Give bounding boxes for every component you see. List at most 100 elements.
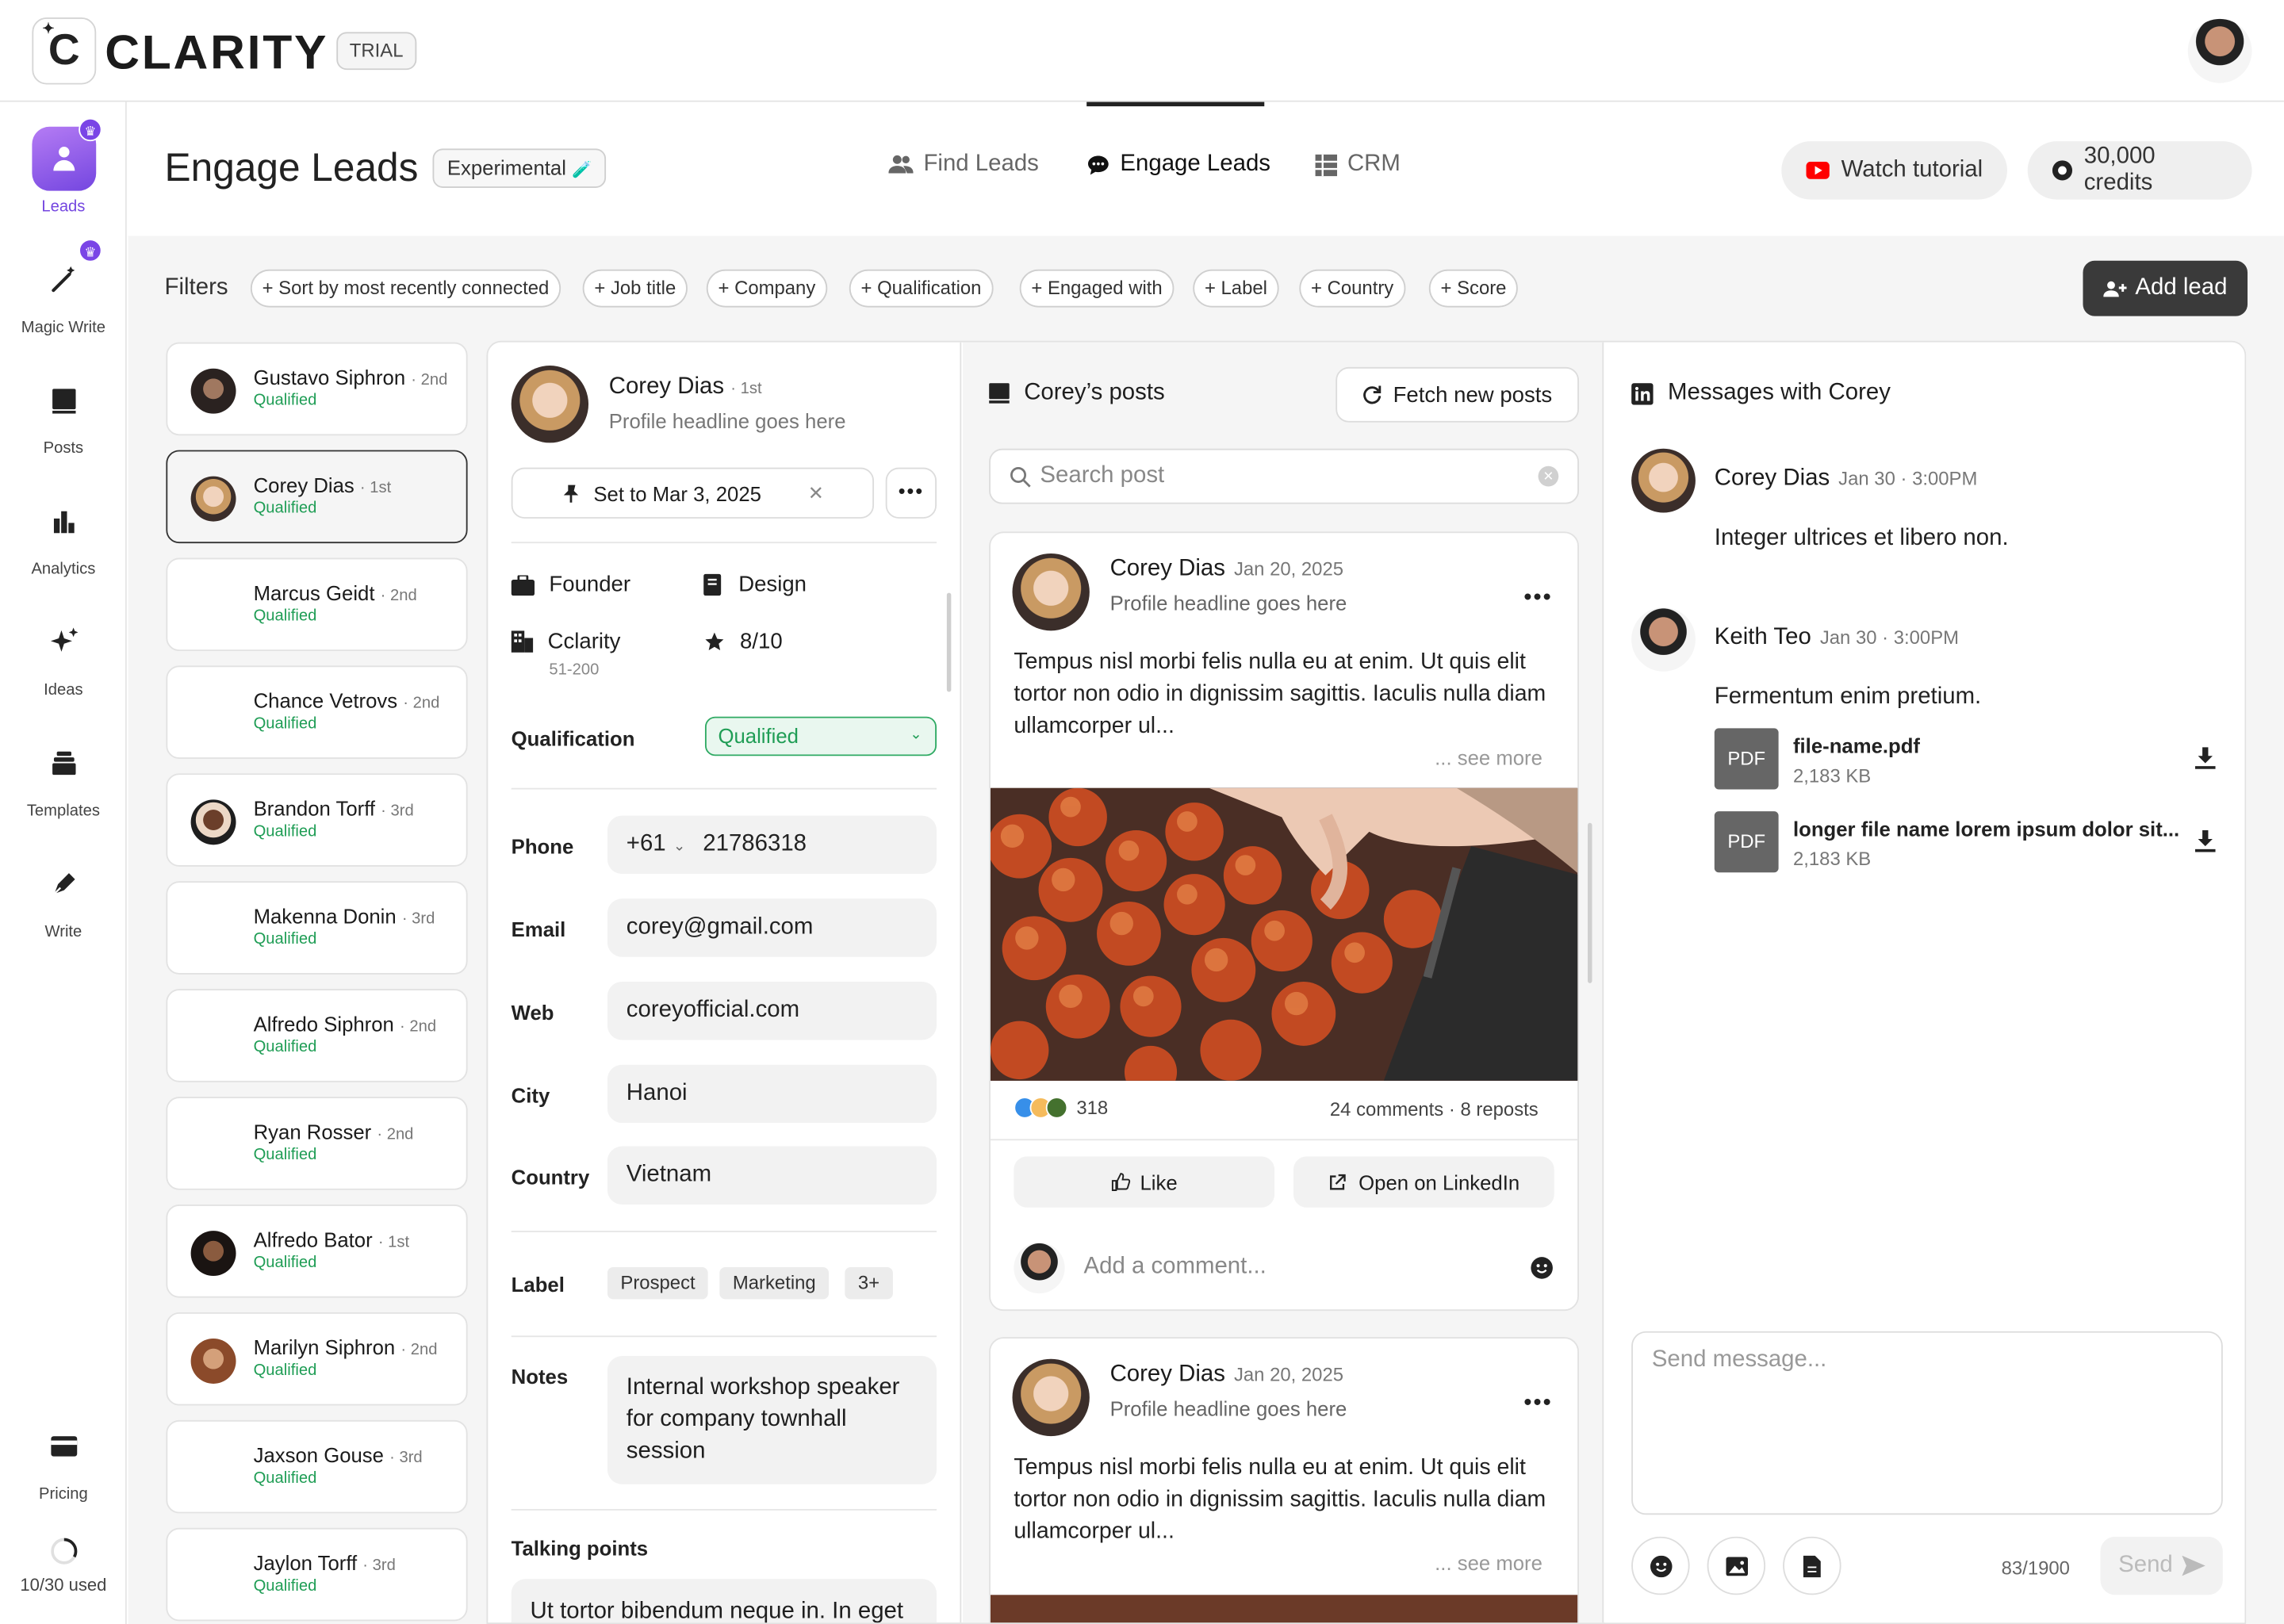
rail-item-magic-write[interactable]: ♛ Magic Write <box>0 239 127 336</box>
download-icon[interactable] <box>2194 747 2216 769</box>
email-field[interactable]: corey@gmail.com <box>607 898 937 957</box>
send-icon <box>2181 1555 2205 1576</box>
web-field[interactable]: coreyofficial.com <box>607 982 937 1040</box>
usage-label: 10/30 used <box>20 1574 107 1595</box>
post-author: Corey Dias Jan 20, 2025 <box>1109 1362 1344 1387</box>
lead-name: Makenna Donin · 3rd <box>253 904 435 929</box>
usage-ring-icon <box>49 1537 79 1566</box>
lead-card[interactable]: Alfredo Siphron · 2nd Qualified <box>166 989 468 1082</box>
rail-item-ideas[interactable]: Ideas <box>0 611 127 699</box>
attachment-size: 2,183 KB <box>1792 848 1872 870</box>
post-author-avatar <box>1012 1358 1090 1437</box>
comment-input[interactable]: Add a comment... <box>1084 1254 1267 1280</box>
logo-mark[interactable]: C ✦ <box>32 17 97 85</box>
open-linkedin-button[interactable]: Open on LinkedIn <box>1293 1156 1554 1208</box>
rail-item-posts[interactable]: Posts <box>0 369 127 458</box>
rail-item-pricing[interactable]: Pricing <box>0 1415 127 1503</box>
qualification-select[interactable]: Qualified ⌄ <box>704 716 937 756</box>
tab-find-leads[interactable]: Find Leads <box>888 151 1039 178</box>
lead-card[interactable]: Brandon Torff · 3rd Qualified <box>166 773 468 867</box>
like-button[interactable]: Like <box>1014 1156 1275 1208</box>
post-image[interactable] <box>990 1595 1578 1623</box>
credits-button[interactable]: 30,000 credits <box>2027 141 2252 200</box>
lead-card[interactable]: Chance Vetrovs · 2nd Qualified <box>166 665 468 759</box>
lead-card[interactable]: Alfredo Bator · 1st Qualified <box>166 1205 468 1298</box>
lead-card[interactable]: Gustavo Siphron · 2nd Qualified <box>166 342 468 436</box>
talking-points-field[interactable]: Ut tortor bibendum neque in. In eget <box>511 1579 937 1623</box>
trial-badge: TRIAL <box>336 32 417 71</box>
post-headline: Profile headline goes here <box>1109 591 1347 615</box>
city-field[interactable]: Hanoi <box>607 1064 937 1124</box>
see-more-link[interactable]: ... see more <box>1435 1551 1542 1574</box>
watch-tutorial-button[interactable]: Watch tutorial <box>1781 141 2008 200</box>
lead-status: Qualified <box>253 1362 317 1380</box>
search-post-field[interactable]: Search post ✕ <box>989 448 1579 504</box>
reminder-field[interactable]: Set to Mar 3, 2025 ✕ <box>511 467 875 519</box>
rail-item-leads[interactable]: ♛ Leads <box>0 117 127 216</box>
rail-label: Posts <box>43 439 84 458</box>
add-lead-button[interactable]: Add lead <box>2083 260 2248 316</box>
message-input[interactable]: Send message... <box>1631 1331 2223 1515</box>
email-label: Email <box>511 917 566 941</box>
post-headline: Profile headline goes here <box>1109 1396 1347 1420</box>
character-counter: 83/1900 <box>2001 1557 2070 1580</box>
rail-label: Templates <box>26 802 100 821</box>
score-field: 8/10 <box>703 629 783 654</box>
reactions-count[interactable]: 318 <box>1014 1097 1108 1119</box>
filter-chip-label[interactable]: + Label <box>1193 269 1279 308</box>
lead-card[interactable]: Makenna Donin · 3rd Qualified <box>166 881 468 975</box>
label-tag-more[interactable]: 3+ <box>845 1267 893 1300</box>
lead-avatar <box>190 1339 236 1384</box>
clear-search-icon[interactable]: ✕ <box>1538 465 1559 487</box>
label-tag[interactable]: Marketing <box>719 1267 830 1300</box>
rail-item-analytics[interactable]: Analytics <box>0 489 127 578</box>
filter-chip-score[interactable]: + Score <box>1428 269 1519 308</box>
post-image[interactable] <box>990 787 1578 1081</box>
lead-card[interactable]: Corey Dias · 1st Qualified <box>166 450 468 544</box>
attach-file-button[interactable] <box>1783 1536 1841 1595</box>
clear-reminder-icon[interactable]: ✕ <box>808 481 824 504</box>
tab-crm[interactable]: CRM <box>1315 151 1401 178</box>
rail-item-templates[interactable]: Templates <box>0 731 127 820</box>
filter-chip-engaged-with[interactable]: + Engaged with <box>1019 269 1175 308</box>
templates-icon <box>31 731 95 795</box>
posts-scrollbar[interactable] <box>1588 822 1592 983</box>
phone-field[interactable]: +61 ⌄ 21786318 <box>607 815 937 875</box>
post-more-icon[interactable]: ••• <box>1523 585 1552 611</box>
post-engagement[interactable]: 24 comments · 8 reposts <box>1330 1098 1539 1120</box>
fetch-posts-button[interactable]: Fetch new posts <box>1336 366 1579 423</box>
tab-engage-leads[interactable]: Engage Leads <box>1086 151 1270 178</box>
send-button[interactable]: Send <box>2100 1536 2223 1595</box>
country-code-select[interactable]: +61 <box>627 832 666 856</box>
download-icon[interactable] <box>2194 829 2216 852</box>
profile-more-button[interactable]: ••• <box>885 467 937 519</box>
filter-chip-job-title[interactable]: + Job title <box>582 269 688 308</box>
filter-chip-company[interactable]: + Company <box>706 269 827 308</box>
label-tag[interactable]: Prospect <box>607 1267 709 1300</box>
see-more-link[interactable]: ... see more <box>1435 745 1542 768</box>
lead-card[interactable]: Jaxson Gouse · 3rd Qualified <box>166 1419 468 1514</box>
lead-card[interactable]: Jaylon Torff · 3rd Qualified <box>166 1527 468 1622</box>
file-icon <box>1803 1554 1821 1577</box>
attachment-name[interactable]: longer file name lorem ipsum dolor sit..… <box>1793 817 2179 840</box>
emoji-button[interactable] <box>1631 1536 1690 1595</box>
notes-field[interactable]: Internal workshop speaker for company to… <box>607 1356 937 1484</box>
rail-item-write[interactable]: Write <box>0 852 127 941</box>
lead-card[interactable]: Marcus Geidt · 2nd Qualified <box>166 557 468 652</box>
filter-chip-qualification[interactable]: + Qualification <box>849 269 994 308</box>
emoji-icon[interactable] <box>1531 1257 1553 1279</box>
profile-scrollbar[interactable] <box>946 592 952 692</box>
filter-chip-sort[interactable]: + Sort by most recently connected <box>250 269 561 308</box>
lead-card[interactable]: Ryan Rosser · 2nd Qualified <box>166 1097 468 1190</box>
post-more-icon[interactable]: ••• <box>1523 1391 1552 1417</box>
user-avatar[interactable] <box>2187 18 2252 83</box>
search-post-placeholder: Search post <box>1040 463 1165 488</box>
country-field[interactable]: Vietnam <box>607 1146 937 1205</box>
role-field: Founder <box>511 573 630 597</box>
filter-chip-country[interactable]: + Country <box>1299 269 1405 308</box>
pdf-file-icon: PDF <box>1714 728 1779 790</box>
rail-label: Leads <box>41 197 86 216</box>
attachment-name[interactable]: file-name.pdf <box>1793 734 1920 757</box>
image-button[interactable] <box>1707 1536 1766 1595</box>
lead-card[interactable]: Marilyn Siphron · 2nd Qualified <box>166 1312 468 1406</box>
